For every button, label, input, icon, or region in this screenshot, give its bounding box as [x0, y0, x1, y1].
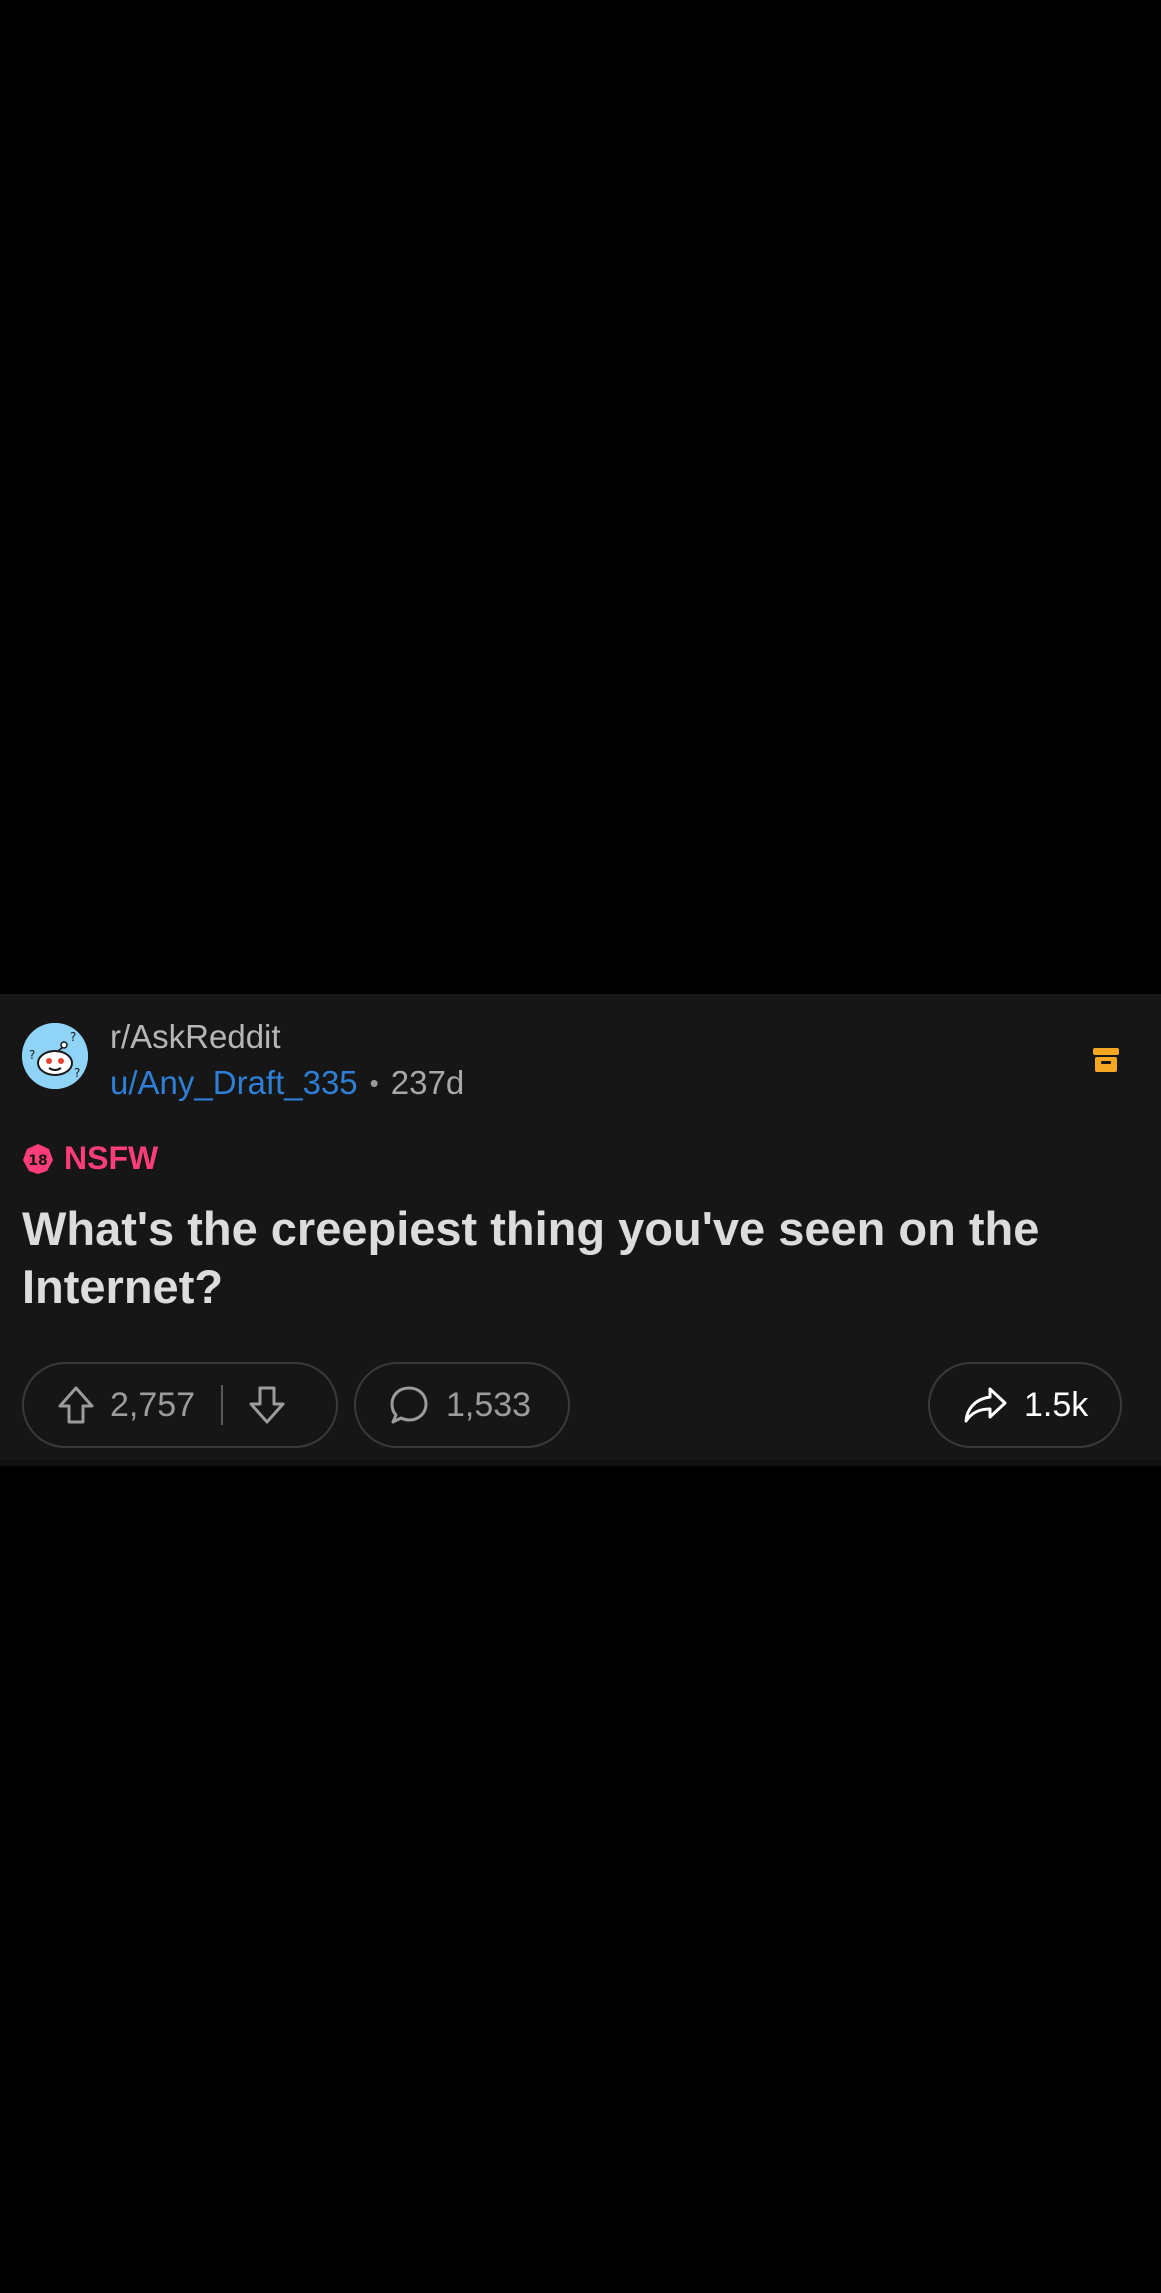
- post-title[interactable]: What's the creepiest thing you've seen o…: [22, 1200, 1132, 1316]
- upvote-icon[interactable]: [54, 1383, 98, 1427]
- svg-text:?: ?: [29, 1048, 35, 1062]
- post-meta: u/Any_Draft_335 • 237d: [110, 1064, 464, 1102]
- share-icon: [964, 1387, 1007, 1423]
- comment-count: 1,533: [446, 1385, 532, 1424]
- comments-button[interactable]: 1,533: [354, 1362, 570, 1448]
- share-count: 1.5k: [1024, 1385, 1089, 1424]
- svg-text:?: ?: [74, 1066, 80, 1080]
- nsfw-badge-icon: 18: [23, 1143, 53, 1174]
- card-divider: [0, 1460, 1161, 1466]
- screen: ? ? ? r/AskReddit u/Any_Draft_335 • 237d…: [0, 0, 1161, 2293]
- comment-icon: [390, 1386, 428, 1424]
- downvote-icon[interactable]: [245, 1383, 289, 1427]
- archive-icon[interactable]: [1092, 1046, 1120, 1074]
- post-age: 237d: [390, 1064, 465, 1101]
- share-button[interactable]: 1.5k: [928, 1362, 1122, 1448]
- svg-text:18: 18: [28, 1153, 47, 1169]
- username-link[interactable]: u/Any_Draft_335: [110, 1064, 358, 1102]
- vote-divider: [221, 1385, 224, 1425]
- subreddit-link[interactable]: r/AskReddit: [110, 1018, 281, 1056]
- nsfw-label: NSFW: [64, 1140, 159, 1176]
- post-card[interactable]: ? ? ? r/AskReddit u/Any_Draft_335 • 237d…: [0, 994, 1161, 1466]
- vote-bar: 2,757: [22, 1362, 338, 1448]
- svg-text:?: ?: [70, 1030, 76, 1044]
- vote-score: 2,757: [110, 1385, 196, 1424]
- nsfw-tag: 18 NSFW: [22, 1140, 158, 1177]
- meta-separator: •: [369, 1067, 379, 1098]
- avatar-icon[interactable]: ? ? ?: [22, 1023, 88, 1089]
